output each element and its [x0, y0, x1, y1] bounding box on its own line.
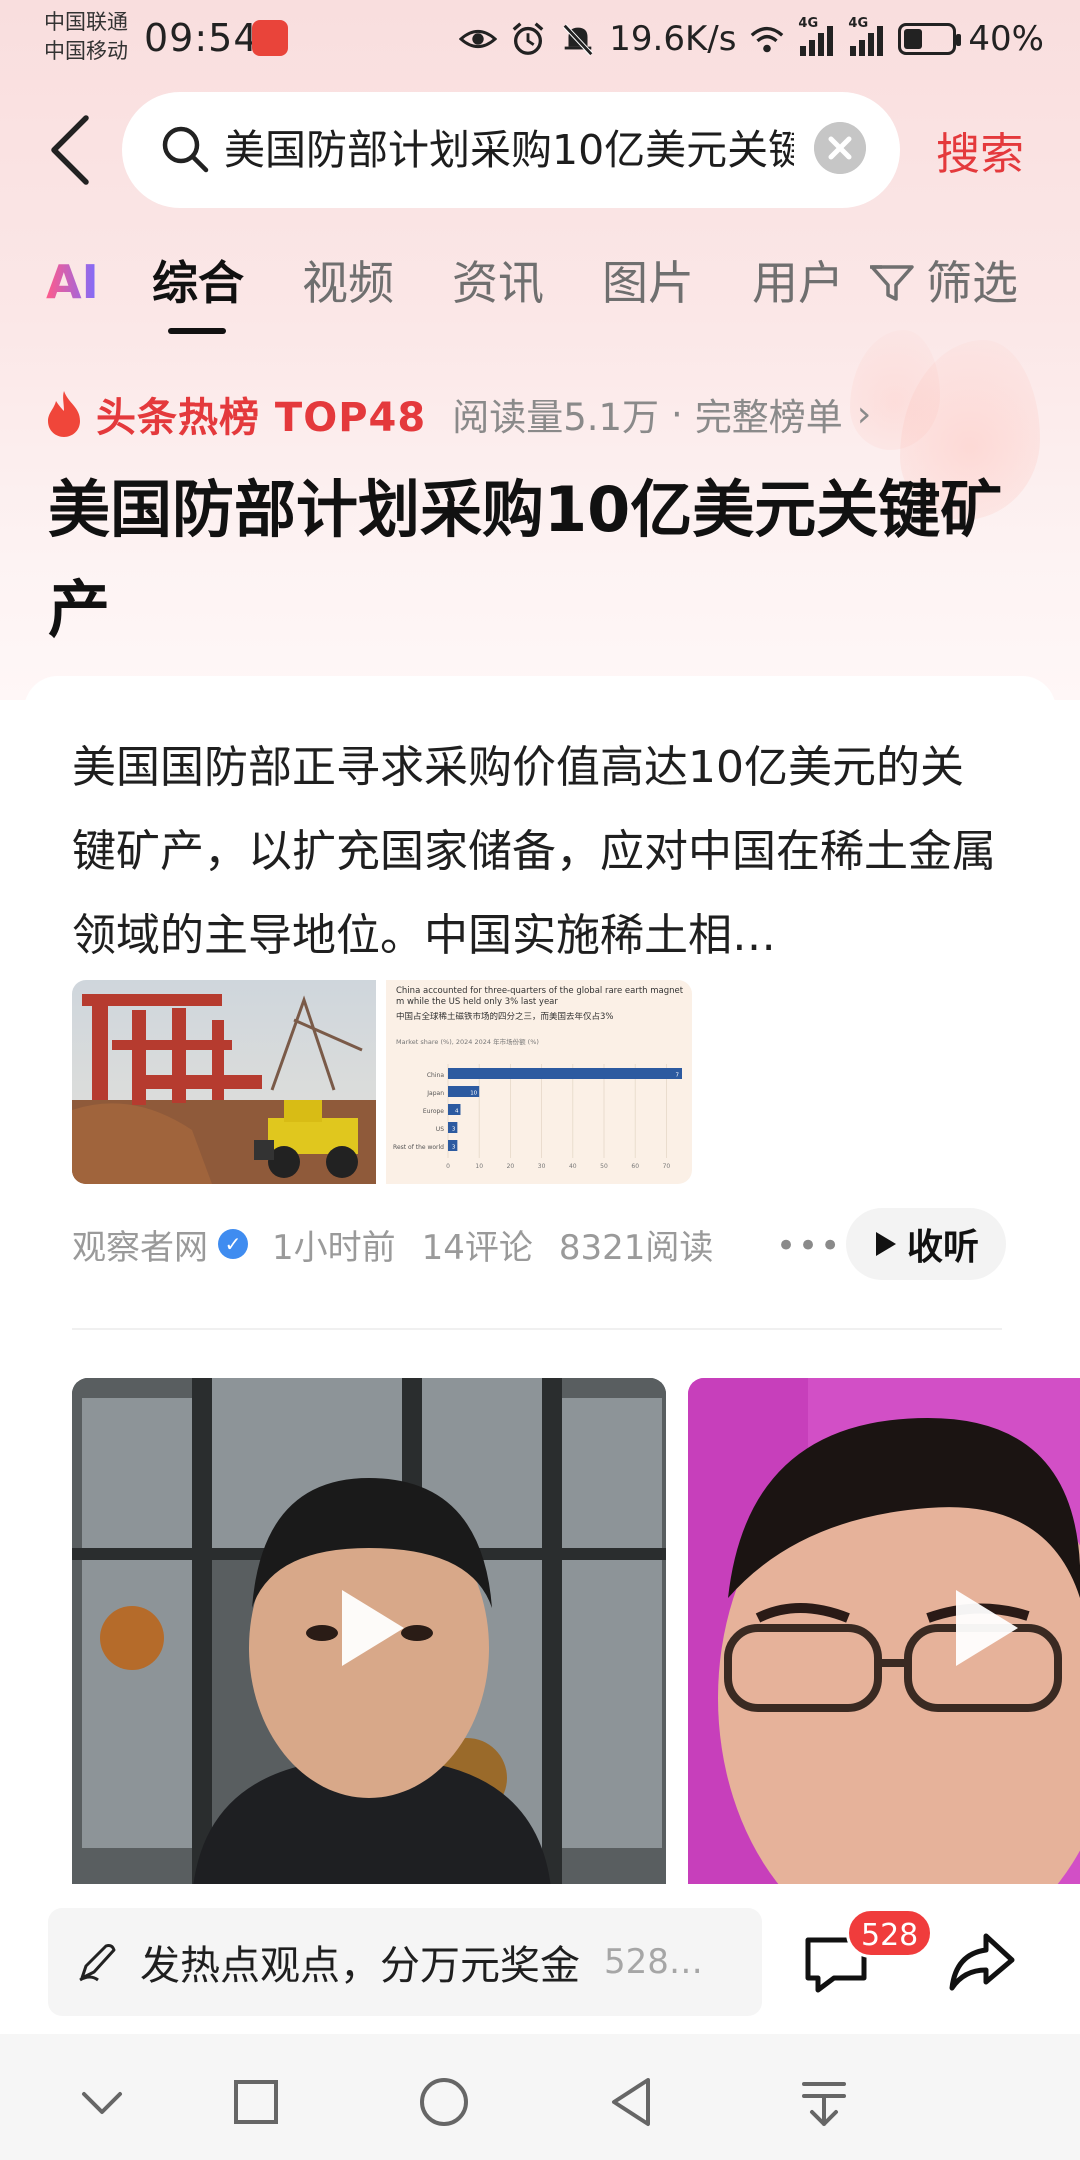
search-button[interactable]: 搜索	[936, 118, 1024, 182]
recent-apps-icon[interactable]	[228, 2074, 284, 2130]
carriers: 中国联通 中国移动	[44, 8, 128, 66]
chart-value-label: 3	[452, 1127, 456, 1133]
signal-1: 4G	[798, 16, 836, 56]
tab-users[interactable]: 用户	[752, 250, 844, 316]
chart-tick-label: 20	[507, 1163, 515, 1170]
home-icon[interactable]	[416, 2074, 472, 2130]
notification-pull-icon[interactable]	[796, 2074, 852, 2130]
eye-icon	[459, 29, 498, 49]
status-icons: 19.6K/s 4G 4G 40%	[459, 14, 1044, 64]
divider	[72, 1328, 1002, 1330]
chart-value-label: 7	[676, 1073, 680, 1079]
net-speed: 19.6K/s	[609, 19, 737, 59]
listen-button[interactable]: 收听	[846, 1208, 1006, 1280]
tab-bar: AI 综合 视频 资讯 图片 用户 筛选	[0, 250, 1080, 340]
filter-icon	[870, 265, 914, 301]
mute-bell-icon	[563, 24, 594, 56]
wifi-icon	[751, 26, 784, 53]
comment-placeholder: 发热点观点，分万元奖金	[140, 1943, 580, 1989]
article-comments: 14评论	[421, 1227, 533, 1268]
play-icon	[875, 1232, 896, 1256]
chart-tick-label: 60	[631, 1163, 639, 1170]
search-input[interactable]: 美国防部计划采购10亿美元关键矿产	[224, 122, 794, 178]
article-summary[interactable]: 美国国防部正寻求采购价值高达10亿美元的关键矿产，以扩充国家储备，应对中国在稀土…	[72, 726, 1002, 978]
article-source[interactable]: 观察者网	[72, 1220, 208, 1269]
back-icon[interactable]	[604, 2074, 660, 2130]
network-type-1: 4G	[798, 16, 819, 31]
hot-separator: ·	[671, 392, 683, 436]
status-bar: 中国联通 中国移动 09:54 19.6K/s 4G 4G 40%	[0, 0, 1080, 80]
search-box[interactable]: 美国防部计划采购10亿美元关键矿产	[122, 92, 900, 208]
full-list-link[interactable]: 完整榜单	[695, 387, 843, 441]
clear-icon[interactable]	[814, 122, 866, 174]
chart-category-label: Europe	[423, 1108, 444, 1115]
pen-icon	[79, 1944, 116, 1982]
battery-percent: 40%	[968, 19, 1044, 59]
chart-plot: 0 10 20 30 40 50 60 70 China 7 Japan 10 Europe 4 US 3 Re…	[393, 1064, 682, 1170]
tab-images[interactable]: 图片	[602, 250, 694, 316]
search-icon	[162, 126, 209, 173]
tab-video[interactable]: 视频	[302, 250, 394, 316]
video-card-1[interactable]	[72, 1378, 666, 1898]
listen-label: 收听	[906, 1227, 979, 1268]
signal-2: 4G	[848, 16, 886, 56]
chart-category-label: US	[436, 1126, 444, 1133]
share-icon[interactable]	[946, 1926, 1018, 1998]
chart-tick-label: 0	[446, 1163, 450, 1170]
carrier-1: 中国联通	[44, 10, 128, 34]
comment-input[interactable]: 发热点观点，分万元奖金 528…	[48, 1908, 762, 2016]
play-icon	[956, 1590, 1018, 1666]
carrier-2: 中国移动	[44, 39, 128, 63]
tab-news[interactable]: 资讯	[452, 250, 544, 316]
chart-category-label: Japan	[426, 1090, 444, 1097]
clock: 09:54	[144, 16, 259, 60]
article-reads: 8321阅读	[558, 1227, 714, 1268]
chart-value-label: 4	[455, 1109, 459, 1115]
video-card-2[interactable]	[688, 1378, 1080, 1898]
article-image-port[interactable]	[72, 980, 376, 1184]
play-icon	[342, 1590, 404, 1666]
chevron-down-icon[interactable]	[74, 2074, 130, 2130]
battery-icon	[898, 23, 962, 55]
fire-icon	[48, 391, 80, 437]
more-options-icon[interactable]: •••	[776, 1226, 842, 1266]
active-tab-indicator	[168, 328, 226, 334]
chart-tick-label: 50	[600, 1163, 608, 1170]
hot-list-row[interactable]: 头条热榜 TOP48 阅读量5.1万 · 完整榜单 ›	[44, 384, 871, 444]
topic-title: 美国防部计划采购10亿美元关键矿产	[48, 473, 1003, 646]
battery-level	[904, 29, 923, 49]
chart-bar	[448, 1068, 682, 1079]
chart-tick-label: 30	[538, 1163, 546, 1170]
verified-icon	[218, 1229, 248, 1259]
tab-all[interactable]: 综合	[152, 250, 244, 316]
article-image-chart[interactable]: China accounted for three-quarters of th…	[386, 980, 692, 1184]
comment-count-inline: 528…	[604, 1942, 703, 1982]
network-type-2: 4G	[848, 16, 869, 31]
hot-list-label: 头条热榜 TOP48	[96, 395, 427, 441]
alarm-icon	[512, 22, 544, 55]
chart-category-label: Rest of the world	[393, 1144, 444, 1151]
huawei-app-icon	[252, 20, 288, 56]
tab-ai[interactable]: AI	[46, 252, 99, 312]
chart-tick-label: 70	[663, 1163, 671, 1170]
port-photo	[72, 980, 376, 1184]
system-nav-bar	[0, 2034, 1080, 2160]
chart-category-label: China	[427, 1072, 444, 1079]
chevron-right-icon: ›	[856, 393, 872, 435]
article-meta: 观察者网 1小时前 14评论 8321阅读	[72, 1214, 713, 1274]
filter-label: 筛选	[926, 256, 1018, 310]
chart-tick-label: 10	[475, 1163, 483, 1170]
back-arrow-icon[interactable]	[42, 112, 98, 188]
hot-reads: 阅读量5.1万	[452, 396, 660, 439]
chart-value-label: 3	[452, 1145, 456, 1151]
chart-tick-label: 40	[569, 1163, 577, 1170]
video-thumbnail-2	[688, 1378, 1080, 1898]
filter-button[interactable]: 筛选	[868, 250, 1018, 316]
article-time: 1小时前	[272, 1227, 396, 1268]
chart-value-label: 10	[470, 1091, 477, 1097]
comment-count-badge: 528	[846, 1908, 934, 1958]
